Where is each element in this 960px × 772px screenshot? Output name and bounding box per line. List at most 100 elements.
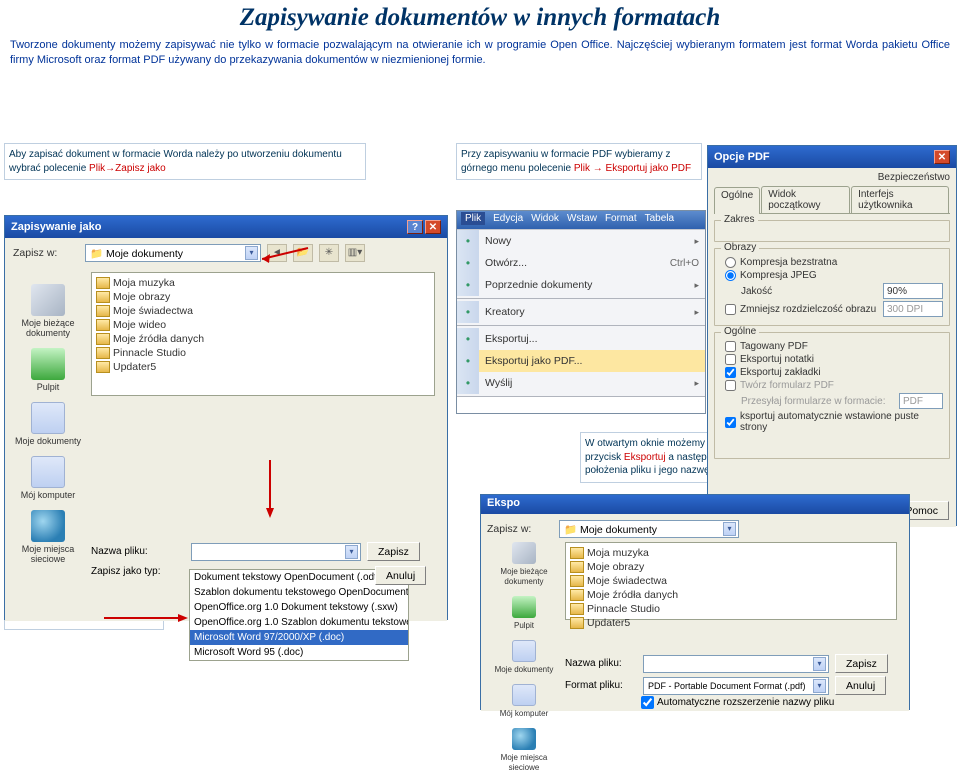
filename-label: Nazwa pliku:: [91, 546, 185, 557]
menu-item[interactable]: •Nowy▸: [457, 230, 705, 252]
place-network[interactable]: Moje miejsca sieciowe: [11, 510, 85, 564]
pdf-options-dialog: Opcje PDF✕ Bezpieczeństwo Ogólne Widok p…: [707, 145, 957, 526]
cb-autopuste[interactable]: ksportuj automatycznie wstawione puste s…: [721, 411, 943, 433]
exp-type-combo[interactable]: PDF - Portable Document Format (.pdf)▾: [643, 677, 829, 695]
close-icon[interactable]: ✕: [425, 220, 441, 234]
exp-place-mydocs[interactable]: Moje dokumenty: [487, 640, 561, 674]
cb-formularz[interactable]: Twórz formularz PDF: [721, 380, 943, 391]
callout-2: Przy zapisywaniu w formacie PDF wybieram…: [456, 143, 702, 180]
folder-item[interactable]: Moje świadectwa: [569, 574, 893, 588]
exp-place-desktop[interactable]: Pulpit: [487, 596, 561, 630]
menubar[interactable]: Plik Edycja Widok Wstaw Format Tabela: [457, 211, 705, 229]
folder-item[interactable]: Moja muzyka: [569, 546, 893, 560]
menubar-item[interactable]: Plik: [461, 213, 485, 227]
exp-file-list[interactable]: Moja muzykaMoje obrazyMoje świadectwaMoj…: [565, 542, 897, 620]
help-icon[interactable]: ?✕: [407, 220, 441, 234]
cb-rozdzielczosc[interactable]: Zmniejsz rozdzielczość obrazu300 DPI: [721, 301, 943, 317]
places-bar: Moje bieżące dokumenty Pulpit Moje dokum…: [11, 284, 85, 564]
cb-notatki[interactable]: Eksportuj notatki: [721, 354, 943, 365]
saveas-dialog: Zapisywanie jako ?✕ Zapisz w: 📁 Moje dok…: [4, 215, 448, 620]
pdf-titlebar: Opcje PDF✕: [708, 146, 956, 168]
folder-item[interactable]: Moje wideo: [95, 318, 431, 332]
menu-item[interactable]: •Kreatory▸: [457, 301, 705, 323]
folder-item[interactable]: Updater5: [95, 360, 431, 374]
menu-item[interactable]: •Eksportuj jako PDF...: [457, 350, 705, 372]
folder-item[interactable]: Updater5: [569, 616, 893, 630]
menubar-item[interactable]: Wstaw: [567, 213, 597, 227]
exp-place-mycomp[interactable]: Mój komputer: [487, 684, 561, 718]
type-option[interactable]: OpenOffice.org 1.0 Szablon dokumentu tek…: [190, 615, 408, 630]
folder-item[interactable]: Moje źródła danych: [95, 332, 431, 346]
menubar-item[interactable]: Edycja: [493, 213, 523, 227]
callout-1: Aby zapisać dokument w formacie Worda na…: [4, 143, 366, 180]
cb-tagowany[interactable]: Tagowany PDF: [721, 341, 943, 352]
exp-savein-combo[interactable]: 📁 Moje dokumenty▾: [559, 520, 739, 538]
folder-item[interactable]: Pinnacle Studio: [569, 602, 893, 616]
place-mycomp[interactable]: Mój komputer: [11, 456, 85, 500]
place-desktop[interactable]: Pulpit: [11, 348, 85, 392]
type-option[interactable]: OpenOffice.org 1.0 Dokument tekstowy (.s…: [190, 600, 408, 615]
intro-text: Tworzone dokumenty możemy zapisywać nie …: [0, 38, 960, 77]
menu-item[interactable]: •Wyślij▸: [457, 372, 705, 394]
savein-label: Zapisz w:: [13, 247, 79, 259]
app-menu: PlikEdycjaWidokWstawFormatTabela •Nowy▸•…: [456, 210, 706, 414]
folder-item[interactable]: Moje świadectwa: [95, 304, 431, 318]
group-zakres: Zakres: [721, 214, 758, 225]
type-option[interactable]: Microsoft Word 95 (.doc): [190, 645, 408, 660]
menubar-item[interactable]: Tabela: [645, 213, 674, 227]
dpi-field[interactable]: 300 DPI: [883, 301, 943, 317]
file-menu-dropdown[interactable]: •Nowy▸•Otwórz...Ctrl+O•Poprzednie dokume…: [457, 229, 705, 397]
tab-interfejs[interactable]: Interfejs użytkownika: [851, 186, 949, 213]
menu-item[interactable]: •Eksportuj...: [457, 328, 705, 350]
filename-combo[interactable]: ▾: [191, 543, 361, 561]
cancel-button[interactable]: Anuluj: [375, 566, 426, 585]
type-option[interactable]: Microsoft Word 97/2000/XP (.doc): [190, 630, 408, 645]
folder-item[interactable]: Moje źródła danych: [569, 588, 893, 602]
export-dialog: Ekspo Zapisz w: 📁 Moje dokumenty▾ Moje b…: [480, 494, 910, 710]
menubar-item[interactable]: Format: [605, 213, 637, 227]
exp-cancel-button[interactable]: Anuluj: [835, 676, 886, 695]
up-icon[interactable]: 📂: [293, 244, 313, 262]
cb-autoext[interactable]: Automatyczne rozszerzenie nazwy pliku: [641, 696, 834, 709]
filetype-label: Zapisz jako typ:: [91, 566, 160, 577]
cb-zakladki[interactable]: Eksportuj zakładki: [721, 367, 943, 378]
exp-place-recent[interactable]: Moje bieżące dokumenty: [487, 542, 561, 586]
group-ogolne: Ogólne: [721, 326, 759, 337]
security-label: Bezpieczeństwo: [714, 172, 950, 183]
menubar-item[interactable]: Widok: [531, 213, 559, 227]
close-icon[interactable]: ✕: [934, 150, 950, 164]
exp-savein-label: Zapisz w:: [487, 523, 553, 535]
radio-jpeg[interactable]: Kompresja JPEG: [721, 270, 943, 281]
type-option[interactable]: Szablon dokumentu tekstowego OpenDocumen…: [190, 585, 408, 600]
group-obrazy: Obrazy: [721, 242, 759, 253]
savein-combo[interactable]: 📁 Moje dokumenty▾: [85, 244, 261, 262]
folder-item[interactable]: Pinnacle Studio: [95, 346, 431, 360]
folder-item[interactable]: Moje obrazy: [569, 560, 893, 574]
format-row: Przesyłaj formularze w formacie:PDF: [721, 393, 943, 409]
view-icon[interactable]: ▥▾: [345, 244, 365, 262]
jakosc-field[interactable]: 90%: [883, 283, 943, 299]
menu-item[interactable]: •Poprzednie dokumenty▸: [457, 274, 705, 296]
folder-item[interactable]: Moja muzyka: [95, 276, 431, 290]
tab-widok[interactable]: Widok początkowy: [761, 186, 850, 213]
menu-item[interactable]: •Otwórz...Ctrl+O: [457, 252, 705, 274]
exp-name-label: Nazwa pliku:: [565, 658, 637, 669]
back-icon[interactable]: ◄: [267, 244, 287, 262]
jakosc-row: Jakość90%: [721, 283, 943, 299]
saveas-titlebar: Zapisywanie jako ?✕: [5, 216, 447, 238]
page-title: Zapisywanie dokumentów w innych formatac…: [0, 0, 960, 38]
newfolder-icon[interactable]: ✳: [319, 244, 339, 262]
folder-item[interactable]: Moje obrazy: [95, 290, 431, 304]
pdf-tabs[interactable]: Ogólne Widok początkowy Interfejs użytko…: [714, 186, 950, 214]
exp-name-combo[interactable]: ▾: [643, 655, 829, 673]
export-titlebar: Ekspo: [481, 495, 909, 514]
radio-bezstratna[interactable]: Kompresja bezstratna: [721, 257, 943, 268]
save-button[interactable]: Zapisz: [367, 542, 420, 561]
exp-save-button[interactable]: Zapisz: [835, 654, 888, 673]
file-list[interactable]: Moja muzykaMoje obrazyMoje świadectwaMoj…: [91, 272, 435, 396]
exp-type-label: Format pliku:: [565, 680, 637, 691]
place-mydocs[interactable]: Moje dokumenty: [11, 402, 85, 446]
tab-ogolne[interactable]: Ogólne: [714, 187, 760, 214]
exp-place-network[interactable]: Moje miejsca sieciowe: [487, 728, 561, 772]
place-recent[interactable]: Moje bieżące dokumenty: [11, 284, 85, 338]
